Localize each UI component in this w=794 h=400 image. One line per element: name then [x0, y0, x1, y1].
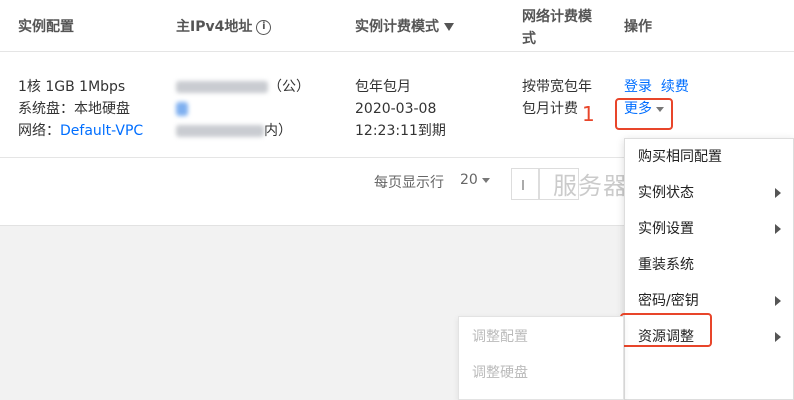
- header-operations: 操作: [624, 19, 652, 35]
- menu-item-label: 购买相同配置: [638, 149, 722, 165]
- first-page-icon: [522, 180, 524, 190]
- per-page-select[interactable]: 20: [460, 172, 490, 188]
- table-header: 实例配置 主IPv4地址 i 实例计费模式 网络计费模 式 操作: [0, 0, 794, 52]
- first-page-button[interactable]: [511, 168, 539, 200]
- header-billing-mode: 实例计费模式: [355, 16, 454, 36]
- highlight-resource-adjust: [620, 313, 712, 347]
- chevron-right-icon: [775, 332, 781, 342]
- step-1-label: 1: [582, 102, 595, 126]
- info-icon[interactable]: i: [256, 19, 272, 35]
- private-ip-suffix: 内）: [264, 123, 292, 139]
- submenu-item-label: 调整配置: [472, 329, 528, 345]
- net-billing-line1: 按带宽包年: [522, 79, 592, 95]
- config-spec: 1核 1GB 1Mbps: [18, 79, 126, 95]
- public-ip-suffix: （公）: [268, 79, 310, 95]
- chevron-right-icon: [775, 188, 781, 198]
- public-ip: （公）: [176, 76, 310, 98]
- header-ipv4: 主IPv4地址 i: [176, 16, 272, 36]
- header-instance-config: 实例配置: [18, 19, 74, 35]
- private-ip-redacted: [176, 125, 264, 137]
- menu-item-reinstall[interactable]: 重装系统: [625, 247, 794, 283]
- public-ip-redacted: [176, 81, 268, 93]
- copy-icon-row: [176, 98, 310, 120]
- menu-item-label: 密码/密钥: [638, 293, 699, 309]
- chevron-down-icon: [481, 177, 490, 183]
- config-network-label: 网络：: [18, 123, 60, 139]
- config-disk: 系统盘：本地硬盘: [18, 101, 130, 117]
- highlight-more-button: [615, 98, 673, 130]
- menu-item-label: 实例设置: [638, 221, 694, 237]
- per-page-label: 每页显示行: [374, 175, 444, 191]
- vpc-link[interactable]: Default-VPC: [60, 123, 143, 139]
- instance-config-cell: 1核 1GB 1Mbps 系统盘：本地硬盘 网络：Default-VPC: [18, 76, 143, 142]
- op-links-row: 登录 续费: [624, 76, 689, 98]
- more-dropdown-menu: 购买相同配置 实例状态 实例设置 重装系统 密码/密钥 资源调整: [624, 138, 794, 400]
- ipv4-cell: （公） 内）: [176, 76, 310, 142]
- expire-date: 2020-03-08: [355, 101, 437, 117]
- expire-time: 12:23:11到期: [355, 123, 446, 139]
- header-network-billing: 网络计费模 式: [522, 9, 592, 47]
- header-billing-label: 实例计费模式: [355, 19, 439, 35]
- config-network: 网络：Default-VPC: [18, 120, 143, 142]
- submenu-item-label: 调整硬盘: [472, 365, 528, 381]
- chevron-right-icon: [775, 296, 781, 306]
- menu-item-instance-state[interactable]: 实例状态: [625, 175, 794, 211]
- billing-mode: 包年包月: [355, 79, 411, 95]
- renew-link[interactable]: 续费: [661, 79, 689, 95]
- resource-adjust-submenu: 调整配置 调整硬盘: [458, 316, 624, 400]
- login-link[interactable]: 登录: [624, 79, 652, 95]
- menu-item-buy-same[interactable]: 购买相同配置: [625, 139, 794, 175]
- header-ipv4-label: 主IPv4地址: [176, 19, 253, 35]
- billing-cell: 包年包月 2020-03-08 12:23:11到期: [355, 76, 446, 142]
- copy-icon[interactable]: [176, 102, 188, 116]
- filter-icon[interactable]: [444, 23, 454, 31]
- private-ip: 内）: [176, 120, 310, 142]
- per-page-value: 20: [460, 172, 478, 188]
- submenu-item-adjust-disk[interactable]: 调整硬盘: [459, 355, 625, 391]
- submenu-item-adjust-config[interactable]: 调整配置: [459, 319, 625, 355]
- menu-item-instance-settings[interactable]: 实例设置: [625, 211, 794, 247]
- chevron-right-icon: [775, 224, 781, 234]
- menu-item-label: 重装系统: [638, 257, 694, 273]
- menu-item-label: 实例状态: [638, 185, 694, 201]
